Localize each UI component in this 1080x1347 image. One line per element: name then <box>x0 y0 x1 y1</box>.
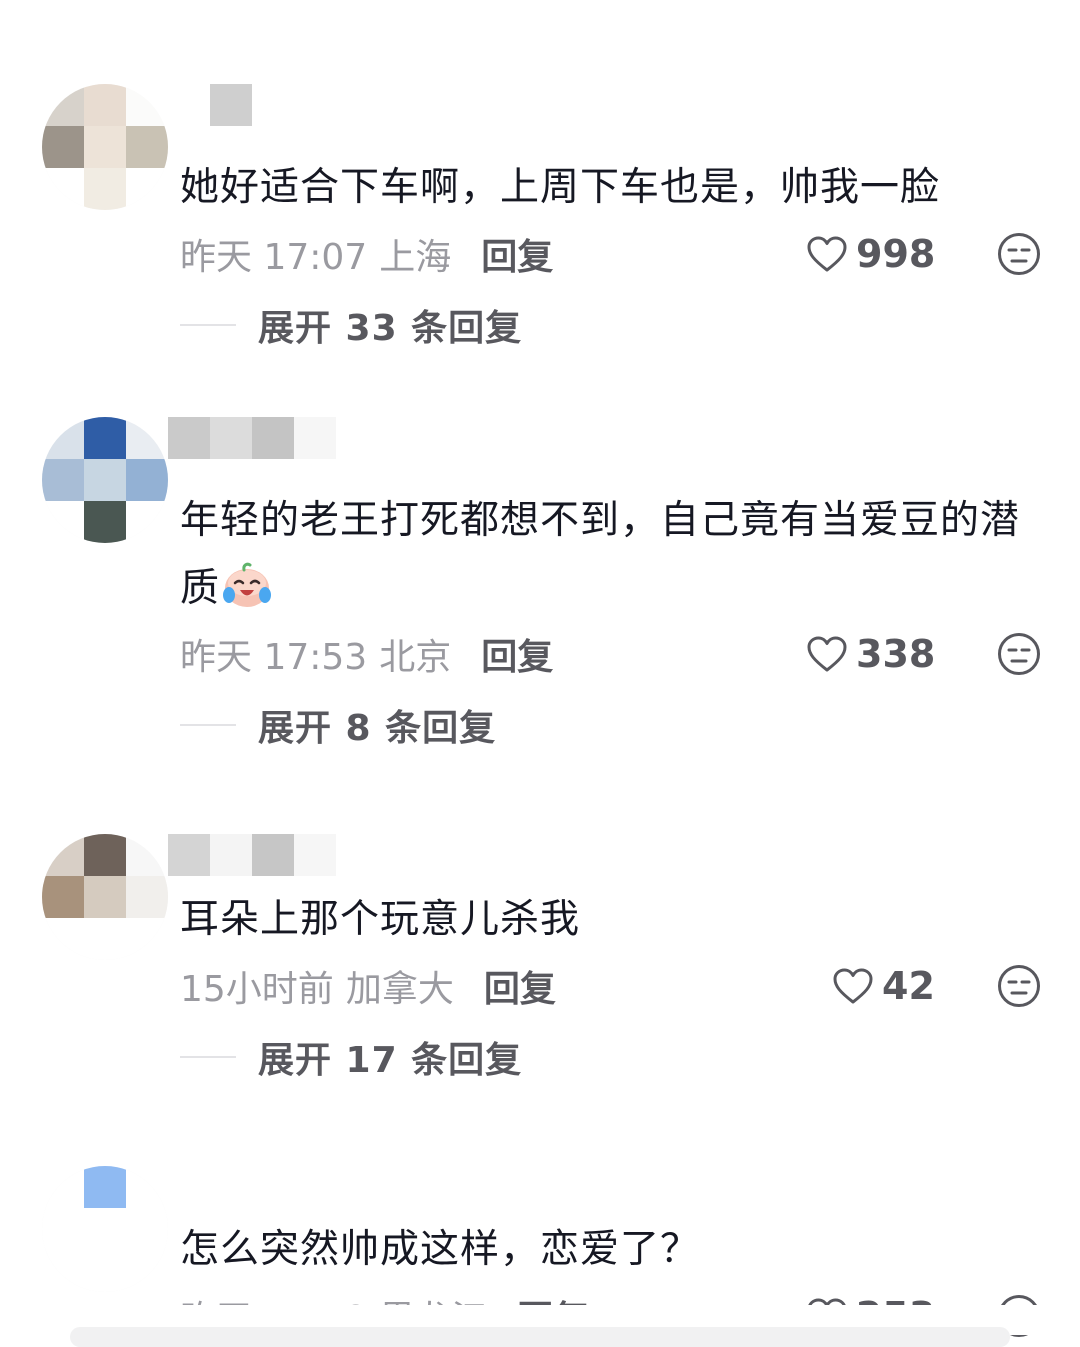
reply-button[interactable]: 回复 <box>484 960 556 1012</box>
comment-text-body: 年轻的老王打死都想不到，自己竟有当爱豆的潜质 <box>180 498 1021 611</box>
expressionless-face-icon[interactable] <box>997 964 1041 1008</box>
comment-location: 上海 <box>379 237 452 278</box>
expand-replies-label: 展开 33 条回复 <box>258 308 523 349</box>
like-count: 42 <box>882 964 935 1008</box>
expand-replies-button[interactable]: 展开 8 条回复 <box>180 701 496 749</box>
expand-replies-button[interactable]: 展开 17 条回复 <box>180 1033 522 1081</box>
avatar[interactable] <box>42 417 168 543</box>
like-button[interactable]: 42 <box>832 962 935 1010</box>
comment-text: 她好适合下车啊，上周下车也是，帅我一脸 <box>180 165 941 210</box>
expand-replies-label: 展开 17 条回复 <box>258 1040 523 1081</box>
username[interactable] <box>168 84 252 126</box>
heart-outline-icon <box>833 968 873 1004</box>
heart-outline-icon <box>807 236 847 272</box>
like-count: 338 <box>856 632 936 676</box>
expressionless-face-icon[interactable] <box>997 232 1041 276</box>
bottom-bar <box>0 1305 1080 1347</box>
expand-replies-label: 展开 8 条回复 <box>258 708 497 749</box>
divider <box>180 1056 236 1058</box>
comment-meta: 15小时前 加拿大 回复 <box>180 962 556 1010</box>
avatar[interactable] <box>42 84 168 210</box>
comment-meta: 昨天 17:53 北京 回复 <box>180 630 553 678</box>
like-button[interactable]: 998 <box>806 230 935 278</box>
reply-button[interactable]: 回复 <box>481 228 553 280</box>
comment-time: 15小时前 <box>180 969 334 1010</box>
comment-text: 耳朵上那个玩意儿杀我 <box>180 897 581 942</box>
like-button[interactable]: 338 <box>806 630 935 678</box>
like-count: 998 <box>856 232 936 276</box>
reply-button[interactable]: 回复 <box>481 628 553 680</box>
comment-time: 昨天 17:53 <box>180 637 368 678</box>
heart-outline-icon <box>807 636 847 672</box>
comment-location: 加拿大 <box>345 969 454 1010</box>
avatar[interactable] <box>42 1166 168 1292</box>
expressionless-face-icon[interactable] <box>997 632 1041 676</box>
comment-input-bar[interactable] <box>70 1327 1010 1347</box>
username[interactable] <box>168 417 336 459</box>
avatar[interactable] <box>42 834 168 960</box>
expand-replies-button[interactable]: 展开 33 条回复 <box>180 301 522 349</box>
divider <box>180 324 236 326</box>
comment-time: 昨天 17:07 <box>180 237 368 278</box>
comment-text: 怎么突然帅成这样，恋爱了？ <box>180 1227 701 1272</box>
laughing-crying-emoji <box>220 561 274 609</box>
username[interactable] <box>168 834 336 876</box>
comment-text: 年轻的老王打死都想不到，自己竟有当爱豆的潜质 <box>180 487 1040 623</box>
comment-location: 北京 <box>379 637 452 678</box>
comment-meta: 昨天 17:07 上海 回复 <box>180 230 553 278</box>
divider <box>180 724 236 726</box>
